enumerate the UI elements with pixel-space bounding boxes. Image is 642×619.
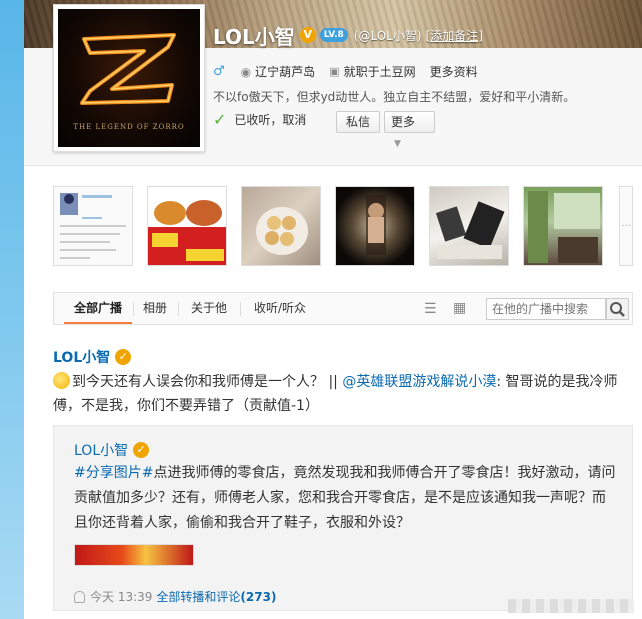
repost-author-name[interactable]: LOL小智 [74,440,128,460]
add-remark-link[interactable]: [添加备注] [426,27,483,44]
tab-bar: 全部广播 相册 关于他 收听/听众 ☰ ▦ [53,292,633,325]
comments-count[interactable]: (273) [240,590,276,604]
plants-image [528,191,600,263]
verified-icon[interactable]: V [299,27,316,43]
repost-text-body: 点进我师傅的零食店，竟然发现我和我师傅合开了零食店！我好激动，请问贡献值加多少？… [74,465,616,531]
profile-name[interactable]: LOL小智 [213,21,295,50]
avatar-image: THE LEGEND OF ZORRO [58,9,200,147]
source-icon [74,590,85,603]
profile-card-image [60,193,126,259]
topic-link-end[interactable]: # [142,465,154,481]
follow-status-row: ✓ 已收听， 取消 [213,110,306,129]
photo-thumbnail[interactable] [429,186,509,266]
avatar-caption: THE LEGEND OF ZORRO [73,123,185,131]
follow-status: 已收听， [234,113,283,127]
location-text: 辽宁葫芦岛 [255,65,316,79]
repost-text: #分享图片#点进我师傅的零食店，竟然发现我和我师傅合开了零食店！我好激动，请问贡… [74,461,619,536]
chevron-down-icon: ▼ [394,139,401,149]
snack-ad-image [148,187,226,265]
left-decorative-bar [0,0,24,619]
search-input[interactable] [486,298,606,320]
post-text: 到今天还有人误会你和我师傅是一个人？ || @英雄联盟游戏解说小漠: 智哥说的是… [53,370,633,418]
mention-link[interactable]: @英雄联盟游戏解说小漠 [342,374,496,390]
photo-thumbnail[interactable] [53,186,133,266]
verified-icon: ✓ [133,442,150,458]
photo-thumbnail[interactable] [335,186,415,266]
repost-meta: 今天 13:39 全部转播和评论 (273) [74,588,276,605]
profile-bio: 不以fo傲天下，但求yd动世人。独立自主不结盟，爱好和平小清新。 [213,90,576,104]
more-button-label: 更多 [391,115,416,129]
post-author-name[interactable]: LOL小智 [53,347,110,367]
zorro-logo-icon [80,33,176,105]
photo-thumbnail[interactable] [241,186,321,266]
unfollow-link[interactable]: 取消 [282,111,306,128]
location-pin-icon: ◉ [240,64,252,79]
info-row: ♂ ◉ 辽宁葫芦岛 ▣ 就职于土豆网 更多资料 [213,63,478,80]
post-author-row: LOL小智 ✓ [53,347,132,367]
tab-divider [240,302,241,316]
repost-image-thumbnail[interactable] [74,544,194,566]
profile-handle: (@LOL小智) [353,28,422,43]
message-button[interactable]: 私信 [336,111,380,133]
tab-divider [178,302,179,316]
briefcase-icon: ▣ [329,65,340,78]
post-time: 今天 13:39 [90,590,153,604]
emoji-icon [53,372,70,389]
more-button[interactable]: 更多 ▼ [384,111,435,149]
photo-next-button[interactable]: ··· [619,186,633,266]
tab-album[interactable]: 相册 [134,293,176,324]
photo-thumbnail[interactable] [147,186,227,266]
repost-author-row: LOL小智 ✓ [74,440,150,460]
list-view-icon[interactable]: ☰ [424,301,437,317]
level-badge[interactable]: LV.8 [319,28,348,42]
more-info-link[interactable]: 更多资料 [430,63,478,80]
blurred-watermark [508,599,634,613]
dark-stage-image [366,195,386,255]
topic-link[interactable]: #分享图片 [74,465,142,481]
photo-thumbnail[interactable] [523,186,603,266]
tab-about[interactable]: 关于他 [180,293,238,324]
calendar-icon[interactable]: ▦ [453,300,466,316]
all-comments-link[interactable]: 全部转播和评论 [156,588,240,605]
avatar[interactable]: THE LEGEND OF ZORRO [53,4,205,152]
verified-icon: ✓ [115,349,132,365]
checkmark-icon: ✓ [213,110,227,129]
post-text-body: 到今天还有人误会你和我师傅是一个人？ || [72,374,343,390]
work-text: 就职于土豆网 [343,65,416,79]
photo-strip: ··· [53,186,633,268]
tab-all-broadcasts[interactable]: 全部广播 [64,293,132,324]
male-icon: ♂ [213,64,225,79]
search-icon [610,302,625,317]
reposted-card: LOL小智 ✓ #分享图片#点进我师傅的零食店，竟然发现我和我师傅合开了零食店！… [53,425,633,611]
devices-image [435,201,505,259]
search-button[interactable] [606,298,629,320]
tab-following[interactable]: 收听/听众 [242,293,318,324]
eggs-image [256,207,308,255]
name-row: LOL小智 V LV.8 (@LOL小智) [添加备注] [213,20,483,50]
